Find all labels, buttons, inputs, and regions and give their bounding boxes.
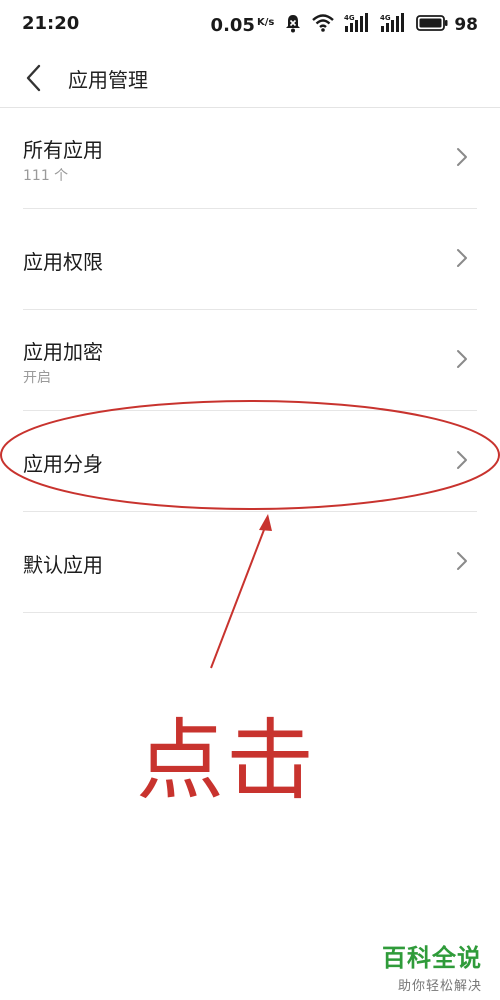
list-item-subtitle: 111 个 — [23, 168, 69, 184]
watermark-main: 百科全说 — [382, 944, 482, 972]
signal-4g-icon: 4G — [344, 13, 370, 37]
network-speed-unit: K/s — [256, 16, 275, 28]
list-item-default-apps[interactable]: 默认应用 — [23, 512, 477, 613]
list-item-all-apps[interactable]: 所有应用 111 个 — [23, 108, 477, 209]
back-arrow-icon — [26, 64, 41, 92]
page-title: 应用管理 — [68, 68, 148, 92]
list-item-subtitle: 开启 — [23, 370, 51, 386]
status-icons: 0.05 K/s 4G 4G 98 — [211, 12, 478, 38]
list-item-title: 应用分身 — [23, 452, 103, 476]
chevron-right-icon — [457, 249, 467, 267]
status-time: 21:20 — [22, 13, 80, 34]
svg-text:4G: 4G — [344, 14, 355, 22]
notification-mute-icon — [284, 13, 302, 37]
settings-list: 所有应用 111 个 应用权限 应用加密 开启 应用分身 默认应用 — [0, 108, 500, 613]
list-item-title: 默认应用 — [23, 553, 103, 577]
list-item-app-encryption[interactable]: 应用加密 开启 — [23, 310, 477, 411]
chevron-right-icon — [457, 148, 467, 166]
battery-icon — [416, 15, 448, 35]
watermark-sub: 助你轻松解决 — [397, 979, 482, 994]
annotation-text: 点击 — [136, 709, 317, 812]
list-item-app-permissions[interactable]: 应用权限 — [23, 209, 477, 310]
watermark: 百科全说 助你轻松解决 — [382, 938, 482, 994]
list-item-title: 应用加密 — [23, 340, 103, 364]
chevron-right-icon — [457, 451, 467, 469]
chevron-right-icon — [457, 350, 467, 368]
back-button[interactable] — [14, 58, 54, 98]
header-bar: 应用管理 — [0, 50, 500, 108]
svg-text:4G: 4G — [380, 14, 391, 22]
list-item-app-clone[interactable]: 应用分身 — [23, 411, 477, 512]
chevron-right-icon — [457, 552, 467, 570]
wifi-icon — [312, 14, 335, 36]
network-speed-value: 0.05 — [210, 14, 255, 36]
signal-4g-icon-2: 4G — [380, 13, 406, 37]
network-speed: 0.05 K/s — [211, 15, 275, 36]
battery-level: 98 — [454, 15, 478, 35]
list-item-title: 应用权限 — [23, 250, 103, 274]
status-bar: 21:20 0.05 K/s 4G 4G 98 — [0, 0, 500, 50]
list-item-title: 所有应用 — [23, 138, 103, 162]
